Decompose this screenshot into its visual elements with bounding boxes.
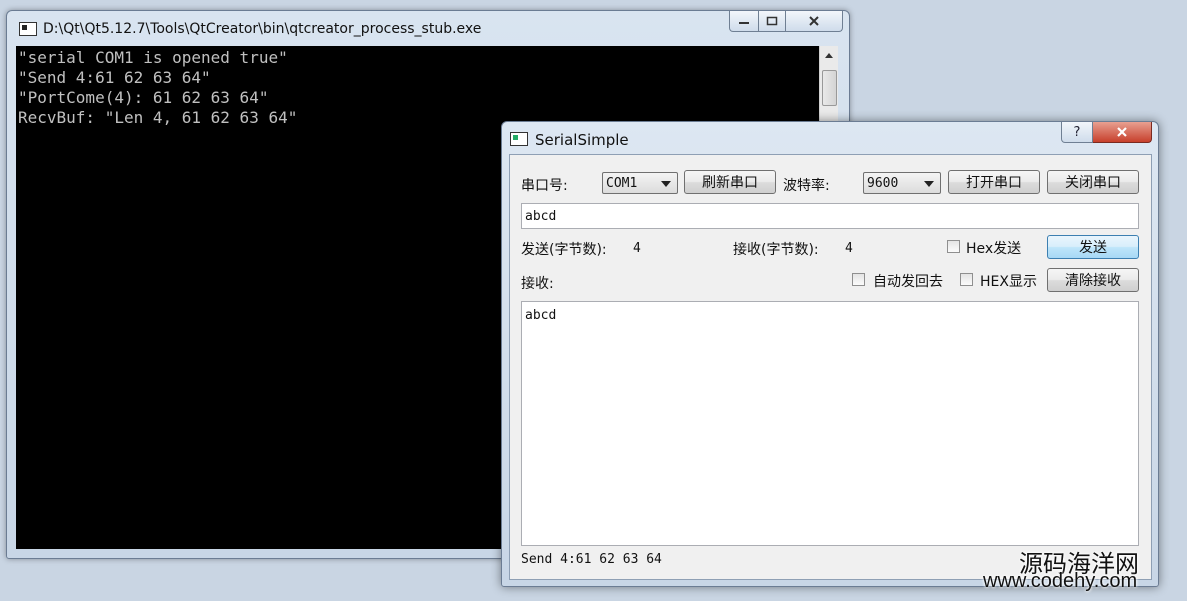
recv-count-value: 4 [845, 241, 853, 256]
recv-label: 接收: [521, 276, 554, 292]
console-line: "Send 4:61 62 63 64" [18, 68, 211, 87]
chevron-down-icon [661, 181, 671, 187]
minimize-icon [739, 22, 749, 24]
hex-display-label: HEX显示 [980, 274, 1037, 290]
maximize-button[interactable] [759, 11, 786, 32]
dialog-title: SerialSimple [535, 131, 629, 149]
chevron-down-icon [924, 181, 934, 187]
console-title: D:\Qt\Qt5.12.7\Tools\QtCreator\bin\qtcre… [43, 21, 482, 37]
port-select-value: COM1 [606, 176, 638, 191]
send-button[interactable]: 发送 [1047, 235, 1139, 259]
serial-simple-dialog: SerialSimple ? 串口号: COM1 刷新串口 波特率: 9600 … [501, 121, 1159, 587]
console-titlebar[interactable]: D:\Qt\Qt5.12.7\Tools\QtCreator\bin\qtcre… [7, 11, 849, 45]
qt-window-icon [510, 132, 528, 146]
baud-select[interactable]: 9600 [863, 172, 941, 194]
baud-select-value: 9600 [867, 176, 899, 191]
dialog-close-button[interactable] [1093, 122, 1152, 143]
auto-echo-label: 自动发回去 [873, 274, 943, 290]
auto-echo-checkbox[interactable] [852, 273, 865, 286]
port-select[interactable]: COM1 [602, 172, 678, 194]
send-count-value: 4 [633, 241, 641, 256]
scrollbar-thumb[interactable] [822, 70, 837, 106]
help-icon: ? [1073, 124, 1081, 140]
clear-recv-button[interactable]: 清除接收 [1047, 268, 1139, 292]
close-icon [809, 16, 819, 26]
help-button[interactable]: ? [1061, 122, 1093, 143]
dialog-client-area: 串口号: COM1 刷新串口 波特率: 9600 打开串口 关闭串口 abcd … [509, 154, 1152, 580]
status-bar-text: Send 4:61 62 63 64 [521, 552, 662, 567]
minimize-button[interactable] [729, 11, 759, 32]
send-input[interactable]: abcd [521, 203, 1139, 229]
refresh-ports-button[interactable]: 刷新串口 [684, 170, 776, 194]
close-icon [1117, 127, 1127, 137]
hex-display-checkbox[interactable] [960, 273, 973, 286]
console-window-icon [19, 22, 37, 36]
console-line: "PortCome(4): 61 62 63 64" [18, 88, 269, 107]
port-label: 串口号: [521, 178, 568, 194]
open-port-button[interactable]: 打开串口 [948, 170, 1040, 194]
console-close-button[interactable] [786, 11, 843, 32]
send-input-value: abcd [525, 209, 557, 224]
console-line: "serial COM1 is opened true" [18, 48, 288, 67]
recv-text: abcd [525, 308, 557, 323]
baud-label: 波特率: [783, 178, 830, 194]
maximize-icon [766, 16, 778, 26]
send-count-label: 发送(字节数): [521, 242, 607, 258]
close-port-button[interactable]: 关闭串口 [1047, 170, 1139, 194]
watermark-url: www.codehy.com [983, 570, 1138, 592]
hex-send-checkbox[interactable] [947, 240, 960, 253]
dialog-caption-buttons: ? [1061, 122, 1152, 143]
console-caption-buttons [729, 11, 843, 32]
scroll-up-arrow-icon[interactable] [825, 53, 833, 58]
recv-count-label: 接收(字节数): [733, 242, 819, 258]
recv-textarea[interactable]: abcd [521, 301, 1139, 546]
hex-send-label: Hex发送 [966, 241, 1022, 257]
